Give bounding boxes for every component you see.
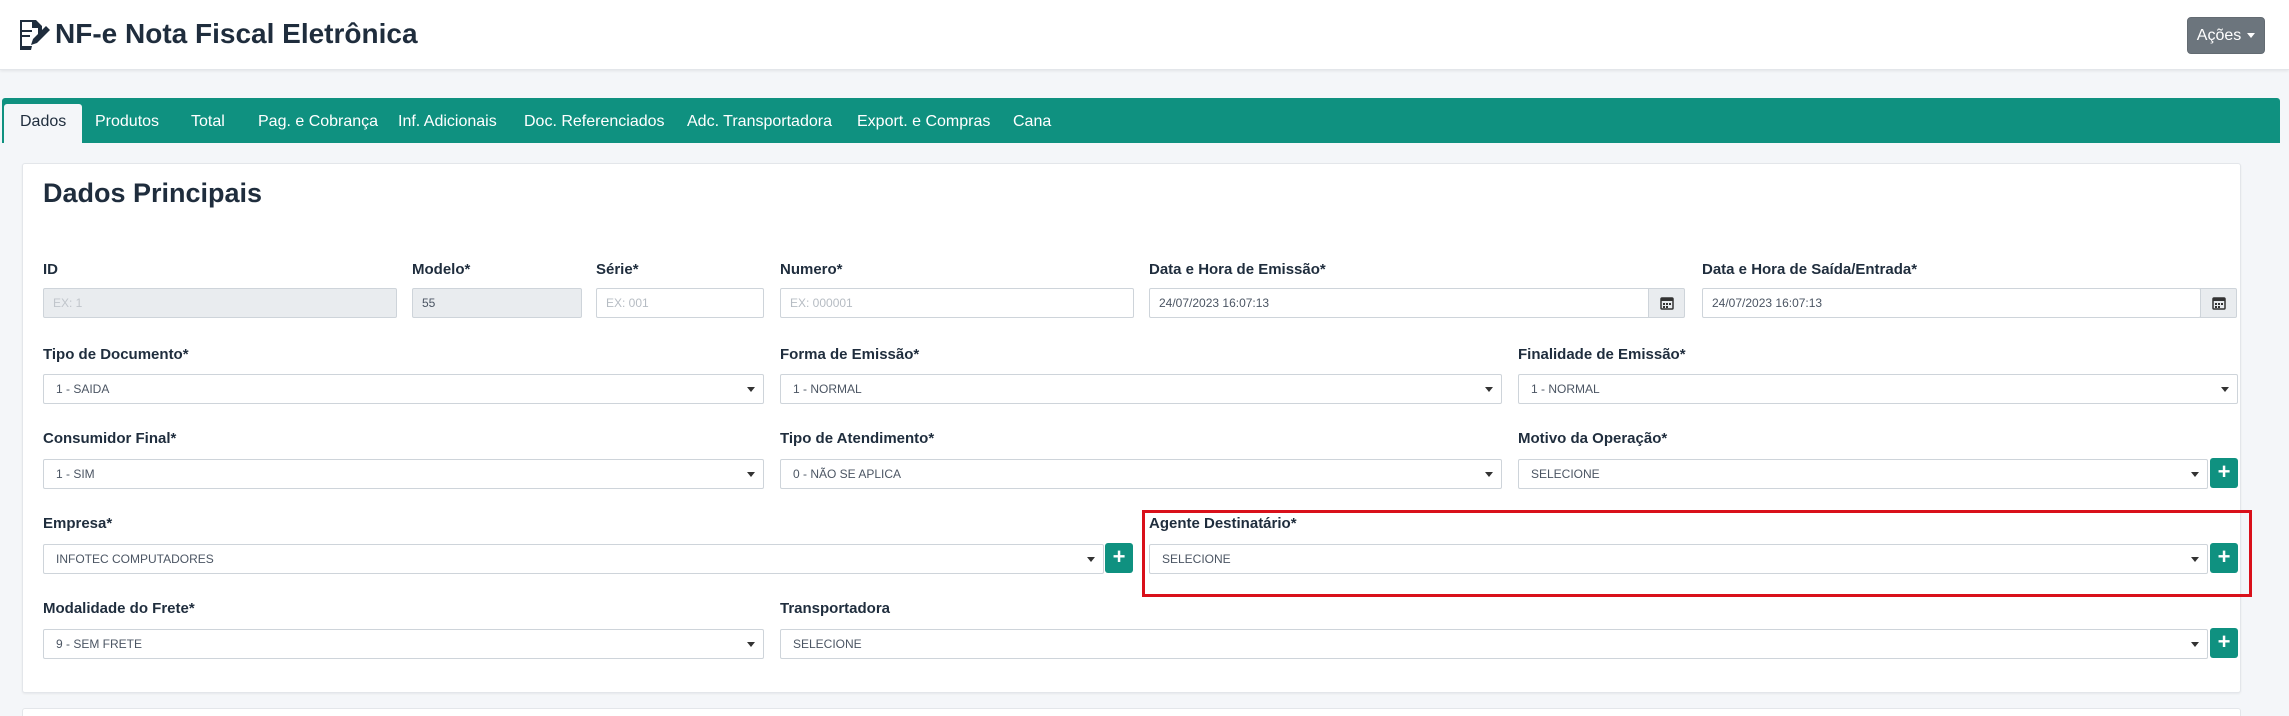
calendar-icon[interactable]: [2200, 288, 2237, 318]
tab-adc-transportadora[interactable]: Adc. Transportadora: [687, 104, 832, 143]
top-bar: NF-e Nota Fiscal Eletrônica Ações: [0, 0, 2289, 70]
tab-inf-adicionais[interactable]: Inf. Adicionais: [398, 104, 497, 143]
empresa-label: Empresa*: [43, 515, 113, 532]
actions-dropdown-button[interactable]: Ações: [2187, 17, 2265, 54]
actions-label: Ações: [2196, 26, 2242, 44]
chevron-down-icon: [1485, 472, 1493, 477]
chevron-down-icon: [1485, 387, 1493, 392]
data-emissao-label: Data e Hora de Emissão*: [1149, 261, 1326, 278]
add-motivo-button[interactable]: +: [2210, 458, 2238, 488]
serie-label: Série*: [596, 261, 639, 278]
motivo-operacao-label: Motivo da Operação*: [1518, 430, 1668, 447]
tab-export-compras[interactable]: Export. e Compras: [857, 104, 990, 143]
chevron-down-icon: [1087, 557, 1095, 562]
numero-label: Numero*: [780, 261, 843, 278]
chevron-down-icon: [747, 387, 755, 392]
next-card: [22, 708, 2241, 716]
motivo-operacao-select[interactable]: SELECIONE: [1518, 459, 2208, 489]
data-saida-input[interactable]: 24/07/2023 16:07:13: [1702, 288, 2201, 318]
page-title: NF-e Nota Fiscal Eletrônica: [55, 18, 418, 49]
chevron-down-icon: [2221, 387, 2229, 392]
numero-input[interactable]: EX: 000001: [780, 288, 1134, 318]
finalidade-emissao-select[interactable]: 1 - NORMAL: [1518, 374, 2238, 404]
caret-down-icon: [2247, 33, 2256, 38]
plus-icon: +: [2217, 459, 2231, 484]
chevron-down-icon: [747, 642, 755, 647]
form-card: [22, 163, 2241, 693]
agente-destinatario-select[interactable]: SELECIONE: [1149, 544, 2208, 574]
modelo-field: 55: [412, 288, 582, 318]
tab-bar: Dados Produtos Total Pag. e Cobrança Inf…: [2, 98, 2280, 143]
tab-total[interactable]: Total: [191, 104, 225, 143]
id-field: EX: 1: [43, 288, 397, 318]
chevron-down-icon: [2191, 557, 2199, 562]
plus-icon: +: [2217, 629, 2231, 654]
tab-cana[interactable]: Cana: [1013, 104, 1051, 143]
tab-doc-referenciados[interactable]: Doc. Referenciados: [524, 104, 665, 143]
plus-icon: +: [1112, 544, 1126, 569]
chevron-down-icon: [2191, 642, 2199, 647]
forma-emissao-label: Forma de Emissão*: [780, 346, 920, 363]
add-empresa-button[interactable]: +: [1105, 543, 1133, 573]
tab-pag-cobranca[interactable]: Pag. e Cobrança: [258, 104, 378, 143]
tipo-documento-select[interactable]: 1 - SAIDA: [43, 374, 764, 404]
modalidade-frete-label: Modalidade do Frete*: [43, 600, 195, 617]
add-transportadora-button[interactable]: +: [2210, 628, 2238, 658]
modalidade-frete-select[interactable]: 9 - SEM FRETE: [43, 629, 764, 659]
empresa-select[interactable]: INFOTEC COMPUTADORES: [43, 544, 1104, 574]
consumidor-final-label: Consumidor Final*: [43, 430, 177, 447]
consumidor-final-select[interactable]: 1 - SIM: [43, 459, 764, 489]
tipo-atendimento-label: Tipo de Atendimento*: [780, 430, 935, 447]
edit-document-icon: [18, 18, 52, 50]
data-emissao-input[interactable]: 24/07/2023 16:07:13: [1149, 288, 1650, 318]
forma-emissao-select[interactable]: 1 - NORMAL: [780, 374, 1502, 404]
chevron-down-icon: [2191, 472, 2199, 477]
tipo-documento-label: Tipo de Documento*: [43, 346, 189, 363]
transportadora-label: Transportadora: [780, 600, 891, 617]
plus-icon: +: [2217, 544, 2231, 569]
add-agente-button[interactable]: +: [2210, 543, 2238, 573]
id-label: ID: [43, 261, 58, 278]
tipo-atendimento-select[interactable]: 0 - NÃO SE APLICA: [780, 459, 1502, 489]
chevron-down-icon: [747, 472, 755, 477]
modelo-label: Modelo*: [412, 261, 471, 278]
data-saida-label: Data e Hora de Saída/Entrada*: [1702, 261, 1918, 278]
tab-dados[interactable]: Dados: [4, 104, 83, 143]
agente-destinatario-label: Agente Destinatário*: [1149, 515, 1297, 532]
finalidade-emissao-label: Finalidade de Emissão*: [1518, 346, 1686, 363]
calendar-icon[interactable]: [1648, 288, 1685, 318]
serie-input[interactable]: EX: 001: [596, 288, 764, 318]
tab-produtos[interactable]: Produtos: [95, 104, 159, 143]
transportadora-select[interactable]: SELECIONE: [780, 629, 2208, 659]
section-title: Dados Principais: [43, 178, 263, 208]
